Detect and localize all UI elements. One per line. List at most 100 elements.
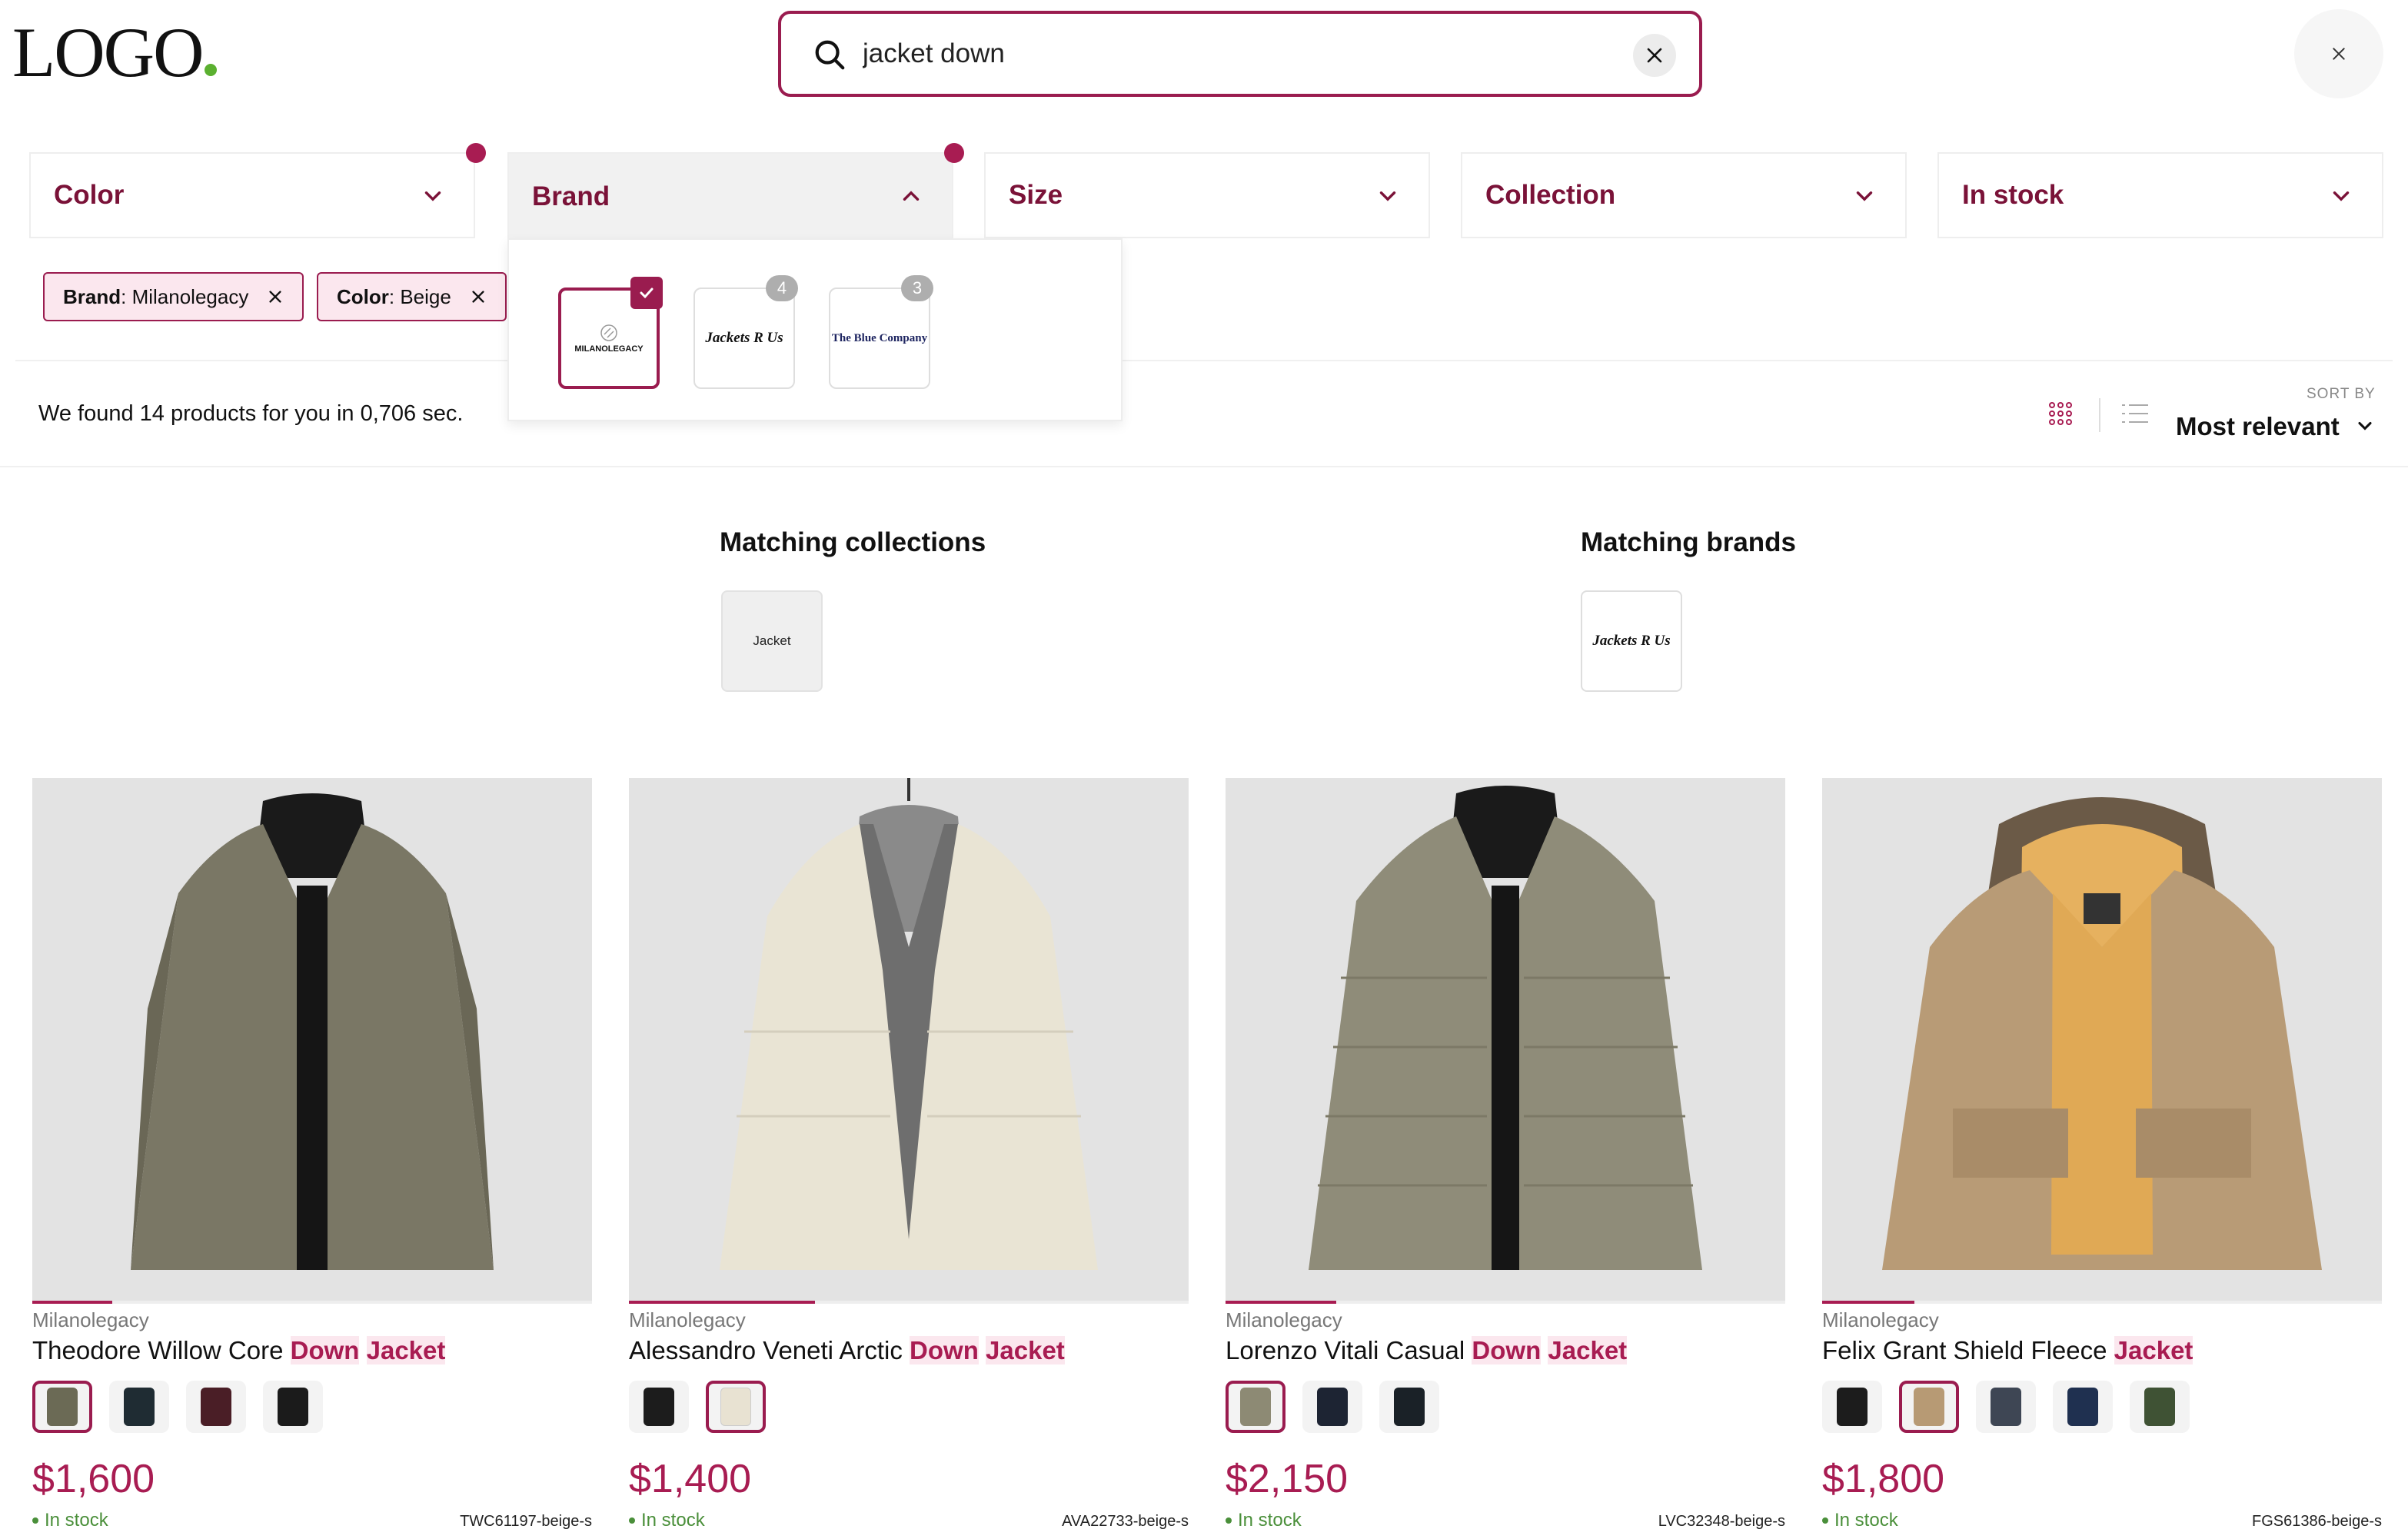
close-search-button[interactable] (2294, 9, 2383, 98)
chip-key: Brand (63, 284, 121, 308)
color-swatch[interactable] (1302, 1381, 1362, 1433)
color-swatch[interactable] (706, 1381, 766, 1433)
brand-option-the-blue-company[interactable]: The Blue Company 3 (829, 275, 933, 389)
image-progress-indicator (629, 1301, 815, 1304)
brand-tile-jackets-r-us[interactable]: Jackets R Us (1581, 590, 1682, 692)
product-brand: Milanolegacy (629, 1308, 746, 1331)
sort-caption: SORT BY (2307, 386, 2376, 402)
search-input[interactable] (863, 29, 1555, 78)
filter-brand[interactable]: Brand (507, 143, 964, 240)
collection-tile-label: Jacket (753, 633, 791, 648)
color-swatch[interactable] (1822, 1381, 1882, 1433)
product-brand: Milanolegacy (32, 1308, 149, 1331)
chevron-down-icon (1379, 191, 1396, 201)
color-swatch[interactable] (2053, 1381, 2113, 1433)
chevron-up-icon (903, 191, 920, 201)
remove-filter-icon[interactable] (267, 288, 284, 305)
color-swatch[interactable] (1976, 1381, 2036, 1433)
product-sku: TWC61197-beige-s (460, 1513, 592, 1530)
matching-brands-title: Matching brands (1581, 527, 1797, 557)
product-image[interactable] (1226, 778, 1785, 1304)
product-title[interactable]: Alessandro Veneti Arctic Down Jacket (629, 1336, 1065, 1365)
product-card[interactable]: Milanolegacy Alessandro Veneti Arctic Do… (629, 778, 1189, 1539)
close-icon (1647, 48, 1662, 63)
filter-size[interactable]: Size (984, 152, 1430, 238)
brand-dropdown-panel: MILANOLEGACY Jackets R Us 4 The Blue Com… (507, 238, 1123, 421)
color-swatch[interactable] (1226, 1381, 1285, 1433)
color-swatch[interactable] (109, 1381, 169, 1433)
chevron-down-icon (424, 191, 441, 201)
stock-status: In stock (1822, 1510, 1898, 1531)
product-card[interactable]: Milanolegacy Lorenzo Vitali Casual Down … (1226, 778, 1785, 1539)
check-icon (630, 277, 663, 309)
image-progress-indicator (1822, 1301, 1914, 1304)
logo-dot (204, 64, 217, 76)
product-price: $1,400 (629, 1457, 752, 1501)
color-swatch[interactable] (263, 1381, 323, 1433)
product-sku: LVC32348-beige-s (1658, 1513, 1785, 1530)
grid-view-icon[interactable] (2048, 401, 2073, 426)
product-title[interactable]: Lorenzo Vitali Casual Down Jacket (1226, 1336, 1628, 1365)
product-image[interactable] (629, 778, 1189, 1304)
product-sku: FGS61386-beige-s (2252, 1513, 2382, 1530)
color-swatch[interactable] (32, 1381, 92, 1433)
filter-collection[interactable]: Collection (1461, 152, 1907, 238)
brand-option-jackets-r-us[interactable]: Jackets R Us 4 (693, 275, 798, 389)
stock-status: In stock (1226, 1510, 1302, 1531)
remove-filter-icon[interactable] (470, 288, 487, 305)
product-price: $2,150 (1226, 1457, 1349, 1501)
brand-logo: Jackets R Us (1592, 633, 1671, 649)
active-filter-chip-brand[interactable]: Brand: Milanolegacy (43, 272, 304, 321)
brand-option-milanolegacy[interactable]: MILANOLEGACY (558, 277, 663, 389)
image-progress-indicator (32, 1301, 112, 1304)
product-sku: AVA22733-beige-s (1062, 1513, 1189, 1530)
product-image[interactable] (32, 778, 592, 1304)
stock-dot (629, 1517, 635, 1524)
filter-label: Brand (532, 181, 610, 211)
chevron-down-icon[interactable] (2354, 415, 2376, 437)
product-price: $1,600 (32, 1457, 155, 1501)
brand-emblem-icon (600, 324, 617, 341)
color-swatch[interactable] (1899, 1381, 1959, 1433)
product-price: $1,800 (1822, 1457, 1945, 1501)
filter-in-stock[interactable]: In stock (1937, 152, 2383, 238)
chevron-down-icon (2333, 191, 2350, 201)
search-box[interactable] (778, 11, 1702, 97)
color-swatch[interactable] (2130, 1381, 2190, 1433)
filter-label: Collection (1485, 180, 1616, 210)
stock-dot (1226, 1517, 1232, 1524)
results-summary: We found 14 products for you in 0,706 se… (38, 401, 464, 426)
sort-select[interactable]: Most relevant (2176, 412, 2340, 441)
active-filter-chip-color[interactable]: Color: Beige (317, 272, 507, 321)
color-swatches (1822, 1381, 2190, 1433)
filter-color[interactable]: Color (29, 143, 486, 238)
stock-dot (1822, 1517, 1828, 1524)
product-title[interactable]: Theodore Willow Core Down Jacket (32, 1336, 446, 1365)
product-brand: Milanolegacy (1822, 1308, 1939, 1331)
color-swatches (32, 1381, 323, 1433)
filter-label: Color (54, 180, 125, 210)
chip-key: Color (337, 284, 389, 308)
brand-logo: MILANOLEGACY (574, 324, 644, 354)
color-swatches (1226, 1381, 1439, 1433)
chip-value: : Beige (388, 284, 451, 308)
color-swatch[interactable] (186, 1381, 246, 1433)
close-icon (2333, 48, 2345, 60)
color-swatch[interactable] (629, 1381, 689, 1433)
image-progress-indicator (1226, 1301, 1336, 1304)
collection-tile-jacket[interactable]: Jacket (721, 590, 823, 692)
view-toggle-separator (2099, 398, 2100, 432)
divider (0, 466, 2408, 467)
product-title[interactable]: Felix Grant Shield Fleece Jacket (1822, 1336, 2193, 1365)
chevron-down-icon (1856, 191, 1873, 201)
logo[interactable]: LOGO (12, 17, 217, 88)
stock-dot (32, 1517, 38, 1524)
product-card[interactable]: Milanolegacy Felix Grant Shield Fleece J… (1822, 778, 2382, 1539)
product-image[interactable] (1822, 778, 2382, 1304)
list-view-icon[interactable] (2122, 403, 2148, 424)
product-card[interactable]: Milanolegacy Theodore Willow Core Down J… (32, 778, 592, 1539)
color-swatch[interactable] (1379, 1381, 1439, 1433)
clear-search-button[interactable] (1633, 34, 1676, 77)
active-filter-indicator (466, 143, 486, 163)
filter-label: Size (1009, 180, 1063, 210)
